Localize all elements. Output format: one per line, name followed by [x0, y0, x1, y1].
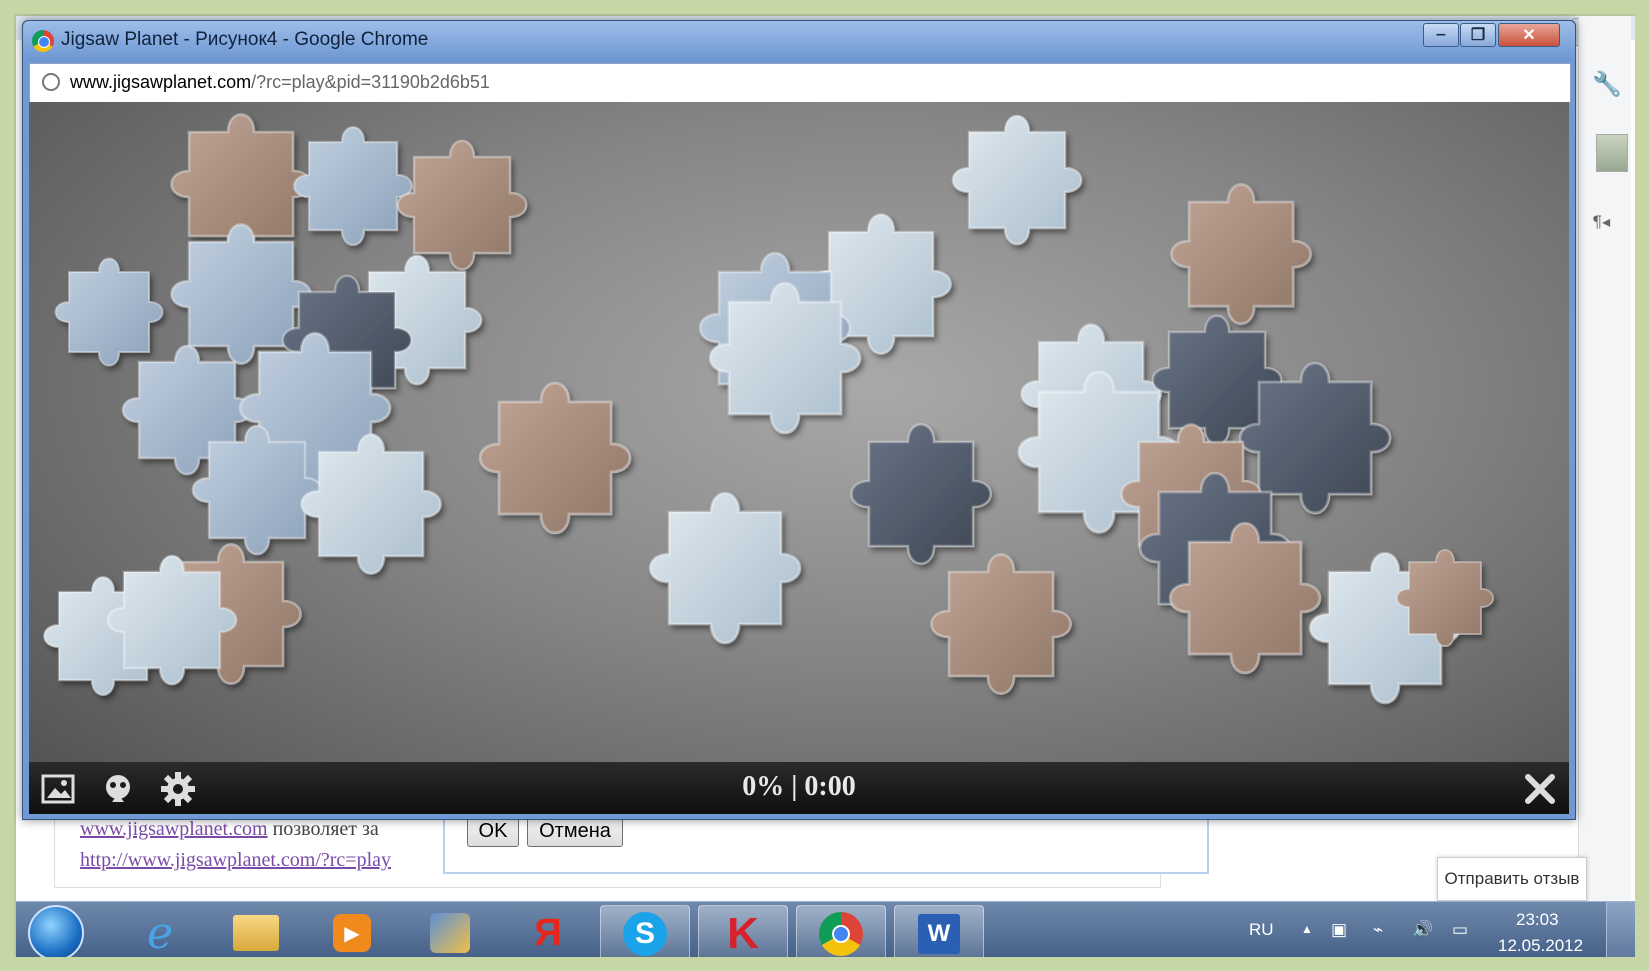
url-text[interactable]: www.jigsawplanet.com/?rc=play&pid=31190b…: [70, 72, 490, 93]
close-button[interactable]: ✕: [1498, 23, 1560, 47]
minimize-button[interactable]: ‒: [1423, 23, 1459, 47]
maximize-button[interactable]: ❐: [1460, 23, 1496, 47]
skype-icon[interactable]: S: [600, 905, 690, 963]
window-title: Jigsaw Planet - Рисунок4 - Google Chrome: [61, 29, 429, 50]
jigsaw-game-area[interactable]: 0% | 0:00: [29, 102, 1569, 814]
game-toolbar: 0% | 0:00: [29, 762, 1569, 814]
show-desktop-button[interactable]: [1606, 902, 1637, 964]
send-feedback-button[interactable]: Отправить отзыв: [1437, 857, 1587, 901]
doc-line-1: www.jigsawplanet.com позволяет за: [80, 818, 379, 841]
globe-icon: [42, 73, 60, 91]
chrome-icon[interactable]: [796, 905, 886, 963]
yandex-icon[interactable]: Я: [504, 905, 592, 961]
volume-icon[interactable]: 🔊: [1412, 920, 1433, 940]
folder-icon[interactable]: [212, 905, 300, 961]
power-icon[interactable]: ⌁: [1373, 920, 1383, 940]
progress-timer: 0% | 0:00: [742, 771, 856, 802]
clock-date[interactable]: 12.05.2012: [1498, 936, 1583, 956]
puzzle-pieces-layer[interactable]: [29, 102, 1569, 742]
doc-text-1: позволяет за: [267, 818, 379, 840]
start-button[interactable]: [28, 905, 84, 961]
doc-link-1[interactable]: www.jigsawplanet.com: [80, 818, 268, 840]
taskbar: e ▶ Я S K W RU ▲ ▣ ⌁ 🔊 ▭ 23:03 12.05.201…: [16, 901, 1637, 964]
doc-link-2[interactable]: http://www.jigsawplanet.com/?rc=play: [80, 849, 391, 871]
doc-line-2: http://www.jigsawplanet.com/?rc=play: [80, 849, 391, 872]
tray-app-icon[interactable]: ▣: [1331, 920, 1347, 940]
close-icon[interactable]: [1521, 770, 1559, 808]
internet-explorer-icon[interactable]: e: [116, 905, 204, 961]
thumbnail-image: [1596, 134, 1628, 172]
show-hidden-icons[interactable]: ▲: [1301, 922, 1313, 936]
media-player-icon[interactable]: ▶: [308, 905, 396, 961]
paint-icon[interactable]: [406, 905, 494, 961]
pilcrow-icon[interactable]: ¶◂: [1592, 212, 1610, 231]
chrome-logo-icon: [32, 30, 54, 52]
wrench-icon[interactable]: 🔧: [1592, 70, 1622, 99]
address-bar[interactable]: www.jigsawplanet.com/?rc=play&pid=31190b…: [29, 63, 1571, 103]
network-icon[interactable]: ▭: [1452, 920, 1468, 940]
word-icon[interactable]: W: [894, 905, 984, 963]
chrome-window: Jigsaw Planet - Рисунок4 - Google Chrome…: [22, 20, 1576, 820]
clock-time[interactable]: 23:03: [1516, 910, 1559, 930]
language-indicator[interactable]: RU: [1249, 920, 1274, 940]
title-bar[interactable]: Jigsaw Planet - Рисунок4 - Google Chrome…: [23, 21, 1575, 61]
kaspersky-icon[interactable]: K: [698, 905, 788, 963]
